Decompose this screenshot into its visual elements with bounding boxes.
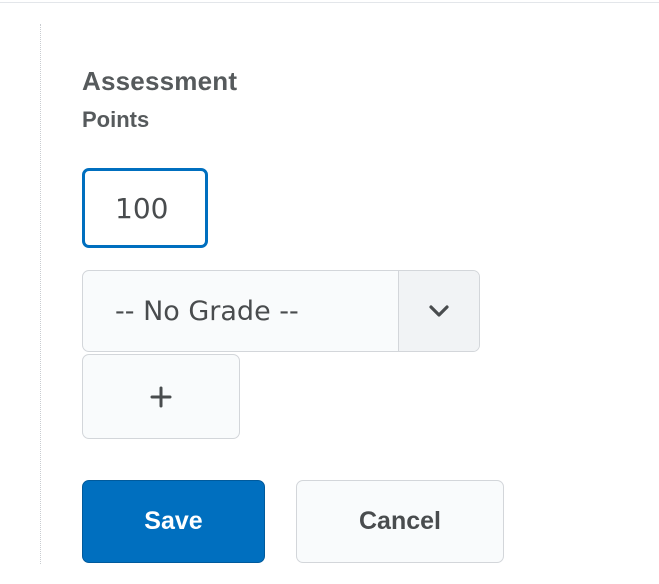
points-input[interactable] (82, 168, 208, 248)
save-button[interactable]: Save (82, 480, 265, 563)
chevron-down-icon (429, 305, 449, 317)
top-divider (0, 2, 659, 3)
left-divider (40, 24, 41, 564)
section-title: Assessment (82, 66, 238, 96)
add-grade-button[interactable] (82, 354, 240, 439)
grade-scheme-dropdown-toggle[interactable] (398, 271, 479, 351)
plus-icon (150, 386, 172, 407)
grade-scheme-selected-value: -- No Grade -- (115, 296, 299, 327)
cancel-button[interactable]: Cancel (296, 480, 504, 563)
section-subtitle: Points (82, 107, 150, 132)
assessment-panel: Assessment Points -- No Grade -- Save Ca… (0, 0, 659, 584)
grade-scheme-select[interactable]: -- No Grade -- (82, 270, 480, 352)
